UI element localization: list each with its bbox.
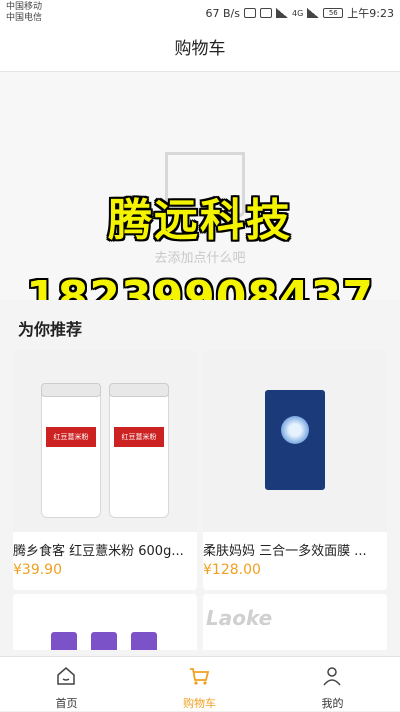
wifi-icon [276, 8, 288, 18]
status-bar: 中国移动 中国电信 67 B/s 4G 56 上午9:23 [0, 0, 400, 26]
bottle-cap [131, 632, 157, 650]
product-card-partial[interactable] [13, 594, 197, 650]
empty-cart-text: 去添加点什么吧 [154, 251, 246, 266]
tab-profile-label: 我的 [321, 697, 344, 710]
product-name[interactable]: 腾乡食客 红豆薏米粉 600g... [13, 540, 197, 559]
battery-icon: 56 [323, 8, 344, 18]
tab-cart-label: 购物车 [183, 697, 216, 710]
signal-icon [307, 8, 320, 18]
tab-cart[interactable]: 购物车 [133, 657, 266, 712]
tab-profile[interactable]: 我的 [266, 657, 399, 712]
bottle-cap [91, 632, 117, 650]
home-icon [57, 667, 75, 685]
tab-home-label: 首页 [55, 697, 78, 710]
product-name[interactable]: 柔肤妈妈 三合一多效面膜 ... [203, 540, 387, 559]
laoke-watermark: Laoke [206, 606, 273, 630]
bottle-cap [51, 632, 77, 650]
empty-cart-area: 去添加点什么吧 腾远科技 18239908437 [0, 72, 400, 323]
network-type: 4G [292, 8, 304, 18]
network-speed: 67 B/s [205, 6, 240, 20]
status-indicators: 67 B/s 4G 56 上午9:23 [206, 5, 394, 21]
user-icon [323, 667, 341, 686]
product-text-2: 柔肤妈妈 三合一多效面膜 ... ¥128.00 [203, 300, 387, 590]
watermark-company: 腾远科技 [108, 195, 292, 246]
bottom-tab-bar: 首页 购物车 我的 [0, 656, 400, 711]
carrier-1: 中国移动 [6, 2, 43, 12]
tab-home[interactable]: 首页 [0, 657, 133, 712]
vibrate-icon [244, 8, 256, 18]
hd-icon [260, 8, 272, 18]
page-title: 购物车 [0, 26, 400, 72]
carrier-info: 中国移动 中国电信 [6, 2, 42, 24]
product-price: ¥39.90 [13, 562, 62, 578]
carrier-2: 中国电信 [6, 13, 43, 23]
product-price: ¥128.00 [203, 562, 261, 578]
cart-icon [190, 668, 210, 685]
clock: 上午9:23 [347, 7, 394, 20]
product-text-1: 腾乡食客 红豆薏米粉 600g... ¥39.90 [13, 300, 197, 590]
